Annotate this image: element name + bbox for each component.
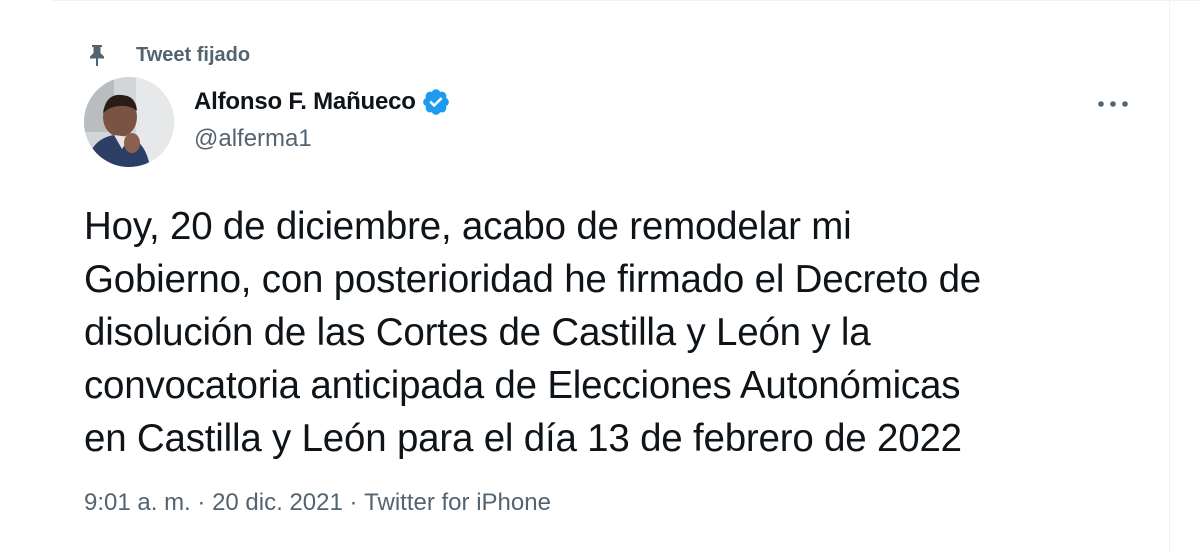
tweet-text-line: convocatoria anticipada de Elecciones Au… — [84, 364, 961, 407]
tweet-text-line: Gobierno, con posterioridad he firmado e… — [84, 258, 982, 301]
meta-separator: · — [190, 489, 213, 516]
more-options-button[interactable] — [1090, 86, 1136, 122]
verified-badge-icon — [421, 87, 451, 117]
author-handle[interactable]: @alferma1 — [194, 125, 312, 153]
pinned-indicator: Tweet fijado — [84, 40, 250, 70]
author-name-row[interactable]: Alfonso F. Mañueco — [194, 84, 451, 120]
pinned-label: Tweet fijado — [136, 43, 251, 66]
tweet-source[interactable]: Twitter for iPhone — [364, 489, 551, 517]
avatar[interactable] — [84, 77, 174, 167]
tweet-card: Tweet fijado Alfonso F. Mañueco @alferma… — [0, 0, 1200, 554]
tweet-text-line: en Castilla y León para el día 13 de feb… — [84, 417, 962, 460]
more-dots-icon — [1098, 101, 1128, 107]
top-divider — [52, 0, 1200, 1]
author-name[interactable]: Alfonso F. Mañueco — [194, 88, 416, 116]
tweet-date[interactable]: 20 dic. 2021 — [212, 489, 343, 517]
pin-icon — [84, 42, 110, 68]
tweet-metadata: 9:01 a. m. · 20 dic. 2021 · Twitter for … — [84, 489, 551, 517]
tweet-text-line: disolución de las Cortes de Castilla y L… — [84, 311, 871, 354]
right-divider — [1169, 0, 1170, 554]
tweet-time[interactable]: 9:01 a. m. — [84, 489, 191, 517]
tweet-text: Hoy, 20 de diciembre, acabo de remodelar… — [84, 200, 1144, 465]
tweet-text-line: Hoy, 20 de diciembre, acabo de remodelar… — [84, 205, 852, 248]
meta-separator: · — [342, 489, 365, 516]
